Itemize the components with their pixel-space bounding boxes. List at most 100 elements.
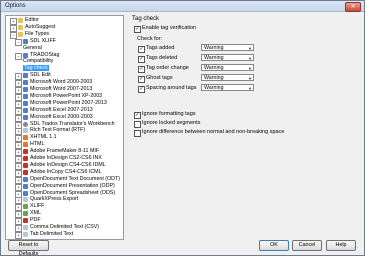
check-option-checkbox[interactable]: ✓: [138, 86, 145, 93]
ignore-option-label: Ignore formatting tags: [142, 111, 196, 117]
doc-icon: [23, 114, 28, 120]
tree-item-label: AutoSuggest: [25, 23, 56, 30]
severity-dropdown[interactable]: Warning ▼: [201, 64, 254, 71]
doc-icon: [23, 183, 28, 189]
collapse-icon[interactable]: −: [15, 52, 22, 60]
tree-item-label: SDL XLIFF: [30, 37, 57, 44]
options-dialog: Options ✕ + Editor + AutoSuggest − File Types…: [0, 0, 365, 257]
severity-value: Warning: [204, 45, 224, 51]
help-button[interactable]: Help: [326, 240, 356, 251]
tree-item-label: General: [23, 44, 42, 51]
tree-item-label: OpenDocument Presentation (ODP): [30, 182, 115, 189]
doc-icon: [23, 100, 28, 106]
folder-icon: [18, 24, 23, 30]
tree-item-label: Tag check: [23, 65, 49, 72]
doc-icon: [23, 176, 28, 182]
options-tree[interactable]: + Editor + AutoSuggest − File Types − SDL XLIFF…: [5, 15, 124, 240]
xml-icon: [23, 211, 28, 217]
gear-icon: [23, 121, 28, 127]
expand-icon[interactable]: +: [15, 231, 22, 239]
check-option-checkbox[interactable]: ✓: [138, 76, 145, 83]
severity-dropdown[interactable]: Warning ▼: [201, 54, 254, 61]
chevron-down-icon: ▼: [248, 46, 252, 51]
ignore-option-label: Ignore locked segments: [142, 120, 201, 126]
doc-icon: [23, 52, 28, 58]
tree-item-label: Microsoft PowerPoint XP-2003: [30, 92, 103, 99]
tree-item-label: Adobe InDesign CS4-CS6 IDML: [30, 161, 106, 168]
check-option-label: Spacing around tags: [146, 85, 197, 91]
chevron-down-icon: ▼: [248, 56, 252, 61]
pdf-icon: [23, 149, 28, 155]
tree-item-label: Adobe FrameMaker 8-11 MIF: [30, 148, 100, 155]
tree-item-label: QuarkXPress Export: [30, 196, 79, 203]
tree-item-label: OpenDocument Text Document (ODT): [30, 175, 120, 182]
tree-item-label: Microsoft Excel 2000-2003: [30, 113, 93, 120]
tree-item-label: XHTML 1.1: [30, 134, 57, 141]
folder-icon: [18, 18, 23, 23]
check-option-label: Ghost tags: [146, 75, 173, 81]
severity-value: Warning: [204, 85, 224, 91]
chevron-down-icon: ▼: [248, 86, 252, 91]
doc-icon: [23, 190, 28, 196]
check-option-label: Tags added: [146, 45, 175, 51]
collapse-icon[interactable]: −: [15, 38, 22, 46]
ignore-option-checkbox[interactable]: [134, 121, 141, 128]
doc-icon: [23, 73, 28, 79]
pdf-icon: [23, 169, 28, 175]
tree-item-label: XLIFF: [30, 203, 45, 210]
ignore-option-checkbox[interactable]: ✓: [134, 112, 141, 119]
tree-item-label: TRADOStag: [30, 51, 60, 58]
chevron-down-icon: ▼: [248, 76, 252, 81]
pdf-icon: [23, 162, 28, 168]
tree-item-label: OpenDocument Spreadsheet (ODS): [30, 189, 116, 196]
pdf-icon: [23, 156, 28, 161]
check-option-checkbox[interactable]: ✓: [138, 66, 145, 73]
check-for-label: Check for:: [137, 36, 163, 42]
severity-dropdown[interactable]: Warning ▼: [201, 84, 254, 91]
severity-dropdown[interactable]: Warning ▼: [201, 44, 254, 51]
ignore-option-checkbox[interactable]: [134, 130, 141, 137]
tree-item-label: Microsoft Word 2007-2013: [30, 86, 93, 92]
tree-item-label: Microsoft Excel 2007-2013: [30, 106, 93, 113]
ok-button[interactable]: OK: [259, 240, 289, 251]
html-icon: [23, 142, 28, 148]
severity-dropdown[interactable]: Warning ▼: [201, 74, 254, 81]
reset-to-defaults-button[interactable]: Reset to Defaults: [8, 240, 49, 257]
tag-check-panel: Tag check ✓ Enable tag verification Chec…: [132, 15, 360, 238]
doc-icon: [23, 87, 28, 92]
title-bar: Options ✕: [1, 1, 364, 12]
plain-icon: [23, 128, 28, 134]
tree-item-label: SDL Edit: [30, 72, 51, 79]
close-button[interactable]: ✕: [345, 2, 361, 12]
enable-tag-verification-label: Enable tag verification: [142, 25, 197, 31]
enable-tag-verification-checkbox[interactable]: ✓: [134, 26, 141, 33]
pdf-icon: [23, 218, 28, 224]
tree-item-label: SDL Trados Translator's Workbench: [30, 120, 115, 127]
doc-icon: [23, 38, 28, 44]
tree-item-label: Comma Delimited Text (CSV): [30, 224, 100, 230]
html-icon: [23, 135, 28, 141]
tree-item-label: Compatibility: [23, 58, 54, 65]
severity-value: Warning: [204, 65, 224, 71]
doc-icon: [23, 80, 28, 86]
check-option-label: Tag order change: [146, 65, 189, 71]
folder-icon: [18, 31, 23, 37]
tree-item-label: Editor: [25, 17, 39, 23]
tree-item-label: Adobe InDesign CS2-CS6 INX: [30, 155, 102, 161]
doc-icon: [23, 93, 28, 99]
check-option-checkbox[interactable]: ✓: [138, 46, 145, 53]
check-option-label: Tags deleted: [146, 55, 178, 61]
tree-item-label: PDF: [30, 217, 41, 224]
panel-heading: Tag check: [132, 16, 160, 22]
tree-item-label: XML: [30, 210, 41, 217]
cancel-button[interactable]: Cancel: [292, 240, 322, 251]
tree-item-label: Adobe InCopy CS4-CS6 ICML: [30, 168, 102, 175]
check-option-checkbox[interactable]: ✓: [138, 56, 145, 63]
severity-value: Warning: [204, 55, 224, 61]
tree-item-label: Rich Text Format (RTF): [30, 127, 86, 134]
tree-item-label: File Types: [25, 30, 50, 37]
tree-item-label: Tab Delimited Text: [30, 230, 74, 237]
plain-icon: [23, 231, 28, 237]
doc-icon: [23, 107, 28, 113]
tree-item[interactable]: + Tab Delimited Text: [15, 230, 74, 239]
